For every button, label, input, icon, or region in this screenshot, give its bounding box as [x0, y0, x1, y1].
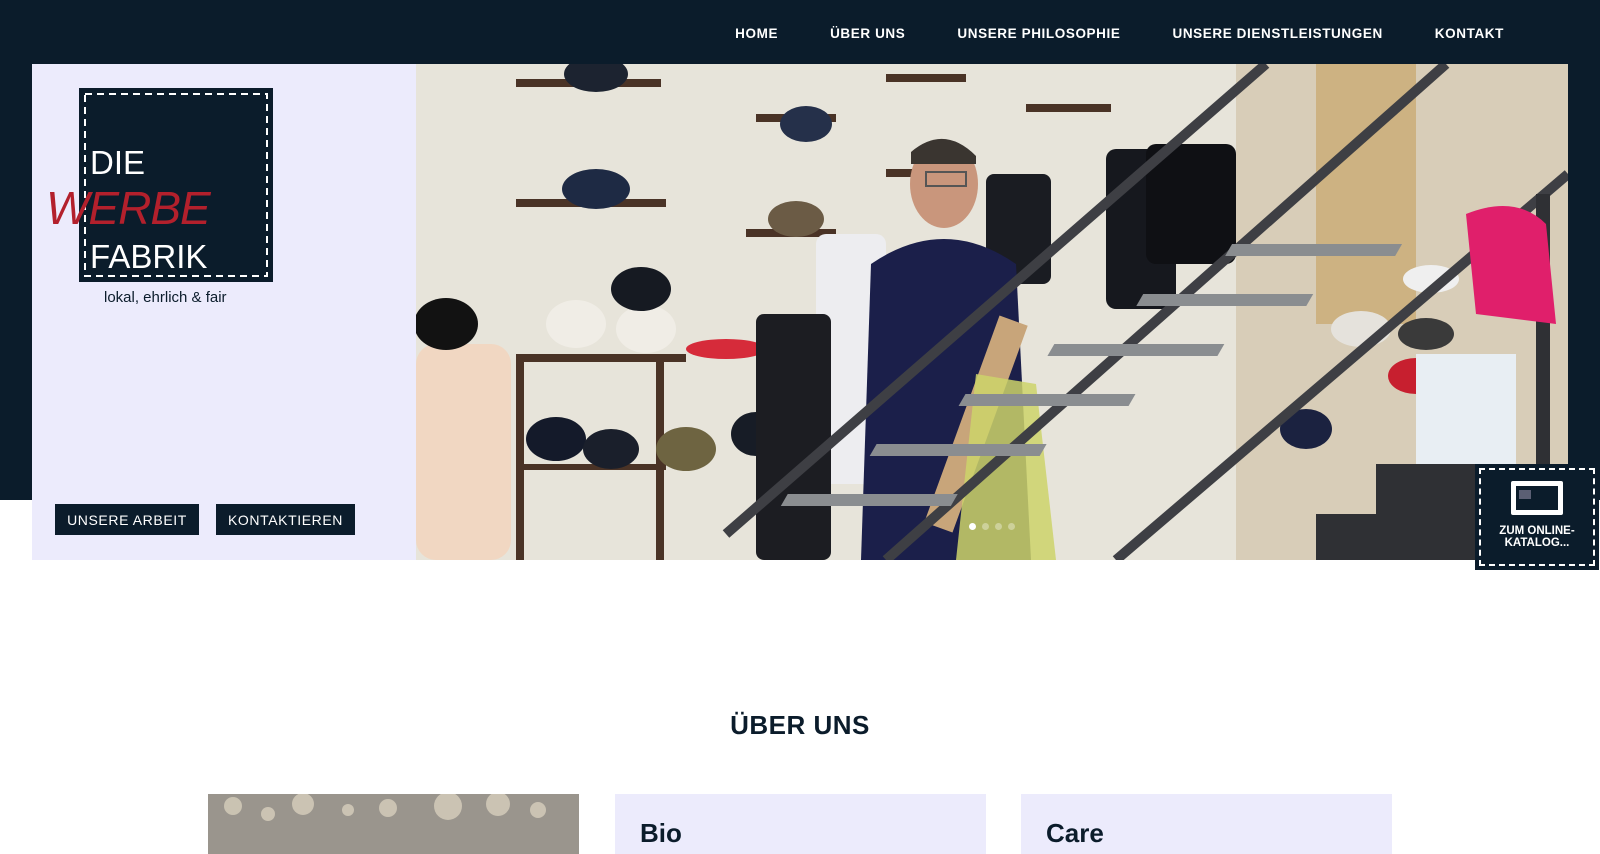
unsere-arbeit-button[interactable]: UNSERE ARBEIT — [55, 504, 199, 535]
logo-line-die: DIE — [90, 144, 145, 181]
about-card-bio[interactable]: Bio — [615, 794, 986, 854]
slider-dot-2[interactable] — [982, 523, 989, 530]
kontaktieren-button[interactable]: KONTAKTIEREN — [216, 504, 355, 535]
company-logo[interactable]: DIE WERBE FABRIK lokal, ehrlich & fair — [46, 88, 276, 308]
hero-slider-image[interactable] — [416, 64, 1568, 560]
care-card-title: Care — [1046, 818, 1104, 848]
nav-item-dienstleistungen[interactable]: UNSERE DIENSTLEISTUNGEN — [1172, 26, 1382, 41]
slider-dots — [416, 523, 1568, 530]
nav-item-ueber-uns[interactable]: ÜBER UNS — [830, 26, 905, 41]
about-card-image — [208, 794, 579, 854]
catalog-label: ZUM ONLINE-KATALOG... — [1499, 525, 1575, 549]
online-catalog-button[interactable]: ZUM ONLINE-KATALOG... — [1475, 464, 1599, 570]
slider-dot-4[interactable] — [1008, 523, 1015, 530]
ueber-uns-heading: ÜBER UNS — [730, 710, 870, 740]
logo-tagline: lokal, ehrlich & fair — [104, 289, 227, 306]
main-navigation: HOME ÜBER UNS UNSERE PHILOSOPHIE UNSERE … — [683, 0, 1600, 66]
nav-item-philosophie[interactable]: UNSERE PHILOSOPHIE — [957, 26, 1120, 41]
about-card-care[interactable]: Care — [1021, 794, 1392, 854]
logo-line-fabrik: FABRIK — [90, 238, 207, 275]
nav-item-home[interactable]: HOME — [735, 26, 778, 41]
catalog-dashed-frame: ZUM ONLINE-KATALOG... — [1479, 468, 1595, 566]
nav-item-kontakt[interactable]: KONTAKT — [1435, 26, 1504, 41]
bokeh-image — [208, 794, 579, 854]
shop-interior-photo — [416, 64, 1568, 560]
hero-left-panel: DIE WERBE FABRIK lokal, ehrlich & fair U… — [32, 64, 416, 560]
monitor-icon — [1511, 481, 1563, 515]
bio-card-title: Bio — [640, 818, 682, 848]
slider-dot-3[interactable] — [995, 523, 1002, 530]
logo-line-werbe: WERBE — [46, 182, 212, 234]
slider-dot-1[interactable] — [969, 523, 976, 530]
